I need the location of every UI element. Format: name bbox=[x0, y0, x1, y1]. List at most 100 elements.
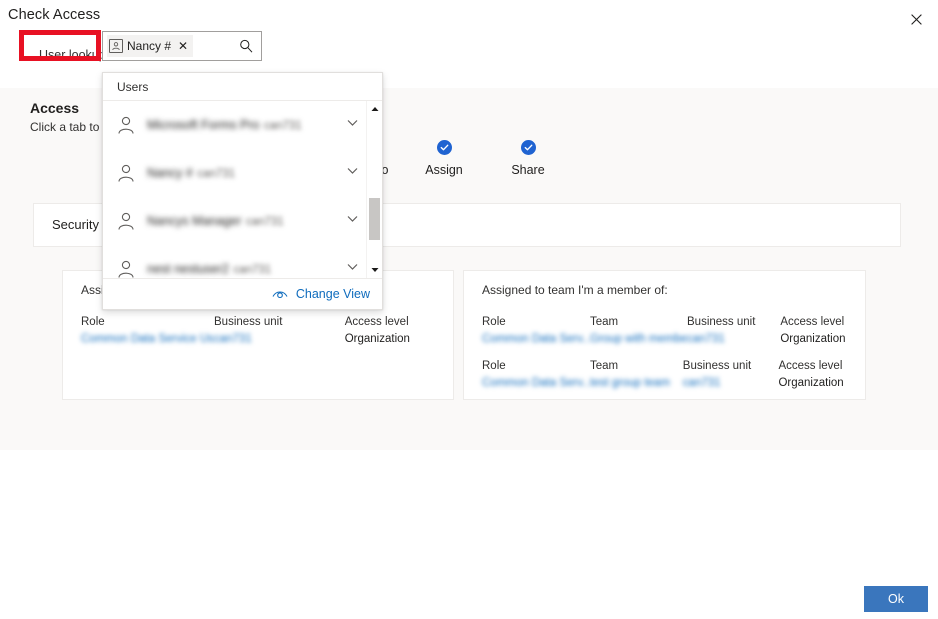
page-title: Check Access bbox=[8, 7, 101, 23]
cell-value[interactable]: can731 bbox=[687, 332, 780, 348]
column-header: Team bbox=[590, 360, 619, 373]
role-table: Role Common Data Service User Business u… bbox=[81, 315, 443, 359]
close-glyph bbox=[910, 13, 922, 25]
role-table: Role Common Data Serv... Team Group with… bbox=[482, 315, 855, 403]
list-item-text: Microsoft Forms Pro can731 bbox=[147, 115, 335, 135]
column-header: Access level bbox=[778, 360, 843, 373]
user-business-unit: can731 bbox=[245, 216, 284, 228]
check-access-dialog: Check Access User lookup Nancy # ✕ Acces… bbox=[0, 0, 938, 619]
user-display-name: Nancys Manager bbox=[147, 214, 242, 228]
dropdown-list: Microsoft Forms Pro can731 Nancy # can73… bbox=[103, 101, 366, 278]
table-cell-role: Role Common Data Serv... bbox=[482, 359, 590, 391]
column-header: Access level bbox=[344, 316, 409, 328]
ok-button[interactable]: Ok bbox=[864, 586, 928, 612]
table-cell-business-unit: Business unit can731 bbox=[683, 359, 779, 391]
person-glyph bbox=[118, 116, 134, 134]
dropdown-footer: Change View bbox=[103, 278, 382, 309]
caret-up-glyph bbox=[371, 107, 378, 111]
table-cell-team: Team test group team bbox=[590, 359, 683, 391]
dropdown-scrollbar[interactable] bbox=[366, 101, 382, 278]
caret-up-icon[interactable] bbox=[367, 101, 382, 117]
user-display-name: Microsoft Forms Pro bbox=[147, 118, 260, 132]
search-glyph bbox=[240, 39, 253, 53]
cell-value[interactable]: test group team bbox=[590, 376, 683, 392]
cell-value: Organization bbox=[780, 332, 846, 345]
user-business-unit: can731 bbox=[197, 168, 236, 180]
column-header: Role bbox=[81, 316, 105, 328]
table-cell-access-level: Access level Organization bbox=[780, 315, 855, 347]
chevron-down-icon[interactable] bbox=[345, 211, 360, 231]
privilege-label: Share bbox=[511, 163, 545, 177]
eye-icon[interactable] bbox=[272, 289, 288, 300]
caret-down-icon[interactable] bbox=[367, 262, 382, 278]
access-heading: Access bbox=[30, 100, 80, 116]
cell-value[interactable]: Common Data Service User bbox=[81, 332, 214, 348]
table-cell-business-unit: Business unit can731 bbox=[687, 315, 780, 347]
scrollbar-track[interactable] bbox=[369, 117, 380, 262]
privilege-item: Assign bbox=[402, 140, 486, 177]
user-business-unit: can731 bbox=[233, 264, 272, 276]
table-row: Role Common Data Serv... Team Group with… bbox=[482, 315, 855, 347]
list-item[interactable]: Nancy # can731 bbox=[103, 149, 366, 197]
chevron-down-icon[interactable] bbox=[345, 115, 360, 135]
list-item[interactable]: Microsoft Forms Pro can731 bbox=[103, 101, 366, 149]
privilege-label: Assign bbox=[425, 163, 463, 177]
selected-user-token[interactable]: Nancy # ✕ bbox=[107, 35, 194, 57]
person-icon bbox=[115, 114, 137, 136]
table-row: Role Common Data Serv... Team test group… bbox=[482, 359, 855, 391]
cell-value[interactable]: Common Data Serv... bbox=[482, 332, 590, 348]
user-lookup-row: User lookup Nancy # ✕ bbox=[0, 30, 938, 72]
user-entity-glyph bbox=[112, 42, 120, 51]
table-cell-access-level: Access level Organization bbox=[345, 315, 443, 347]
chevron-down-icon[interactable] bbox=[345, 259, 360, 278]
list-item-text: nest nestuser2 can731 bbox=[147, 259, 335, 278]
search-icon[interactable] bbox=[239, 39, 253, 53]
user-entity-icon bbox=[109, 39, 123, 53]
list-item-text: Nancys Manager can731 bbox=[147, 211, 335, 231]
table-cell-business-unit: Business unit can731 bbox=[214, 315, 345, 347]
caret-down-glyph bbox=[371, 268, 378, 272]
chevron-down-icon[interactable] bbox=[345, 163, 360, 183]
person-icon bbox=[115, 258, 137, 278]
user-display-name: Nancy # bbox=[147, 166, 193, 180]
user-display-name: nest nestuser2 bbox=[147, 262, 229, 276]
cell-value[interactable]: Group with member... bbox=[590, 332, 687, 348]
column-header: Business unit bbox=[687, 316, 756, 328]
column-header: Access level bbox=[780, 316, 845, 328]
user-lookup-input[interactable]: Nancy # ✕ bbox=[102, 31, 262, 61]
assigned-to-team-card: Assigned to team I'm a member of: Role C… bbox=[463, 270, 866, 400]
chevron-glyph bbox=[347, 216, 358, 222]
selected-user-name: Nancy # bbox=[127, 39, 172, 53]
user-business-unit: can731 bbox=[263, 120, 302, 132]
list-item[interactable]: nest nestuser2 can731 bbox=[103, 245, 366, 278]
chevron-glyph bbox=[347, 120, 358, 126]
column-header: Business unit bbox=[682, 360, 752, 373]
chevron-glyph bbox=[347, 264, 358, 270]
chevron-glyph bbox=[347, 168, 358, 174]
column-header: Team bbox=[590, 316, 619, 328]
dropdown-section-header: Users bbox=[103, 73, 382, 101]
column-header: Role bbox=[482, 360, 506, 373]
cell-value: Organization bbox=[344, 332, 410, 345]
card-caption: Assigned to team I'm a member of: bbox=[482, 283, 668, 297]
list-item[interactable]: Nancys Manager can731 bbox=[103, 197, 366, 245]
table-cell-role: Role Common Data Serv... bbox=[482, 315, 590, 347]
close-icon[interactable] bbox=[900, 4, 932, 34]
table-row: Role Common Data Service User Business u… bbox=[81, 315, 443, 347]
cell-value[interactable]: Common Data Serv... bbox=[482, 376, 590, 392]
list-item-text: Nancy # can731 bbox=[147, 163, 335, 183]
cell-value[interactable]: can731 bbox=[683, 376, 779, 392]
eye-glyph bbox=[272, 290, 288, 298]
person-icon bbox=[115, 162, 137, 184]
user-lookup-dropdown: Users Microsoft Forms Pro can731 Nancy #… bbox=[102, 72, 383, 310]
change-view-link[interactable]: Change View bbox=[296, 287, 370, 301]
check-glyph bbox=[440, 144, 448, 151]
scrollbar-thumb[interactable] bbox=[369, 198, 380, 241]
table-cell-team: Team Group with member... bbox=[590, 315, 687, 347]
table-cell-role: Role Common Data Service User bbox=[81, 315, 214, 347]
cell-value[interactable]: can731 bbox=[214, 332, 345, 348]
person-glyph bbox=[118, 164, 134, 182]
check-circle-icon bbox=[436, 140, 452, 155]
close-icon[interactable]: ✕ bbox=[175, 40, 191, 52]
column-header: Business unit bbox=[214, 316, 283, 328]
